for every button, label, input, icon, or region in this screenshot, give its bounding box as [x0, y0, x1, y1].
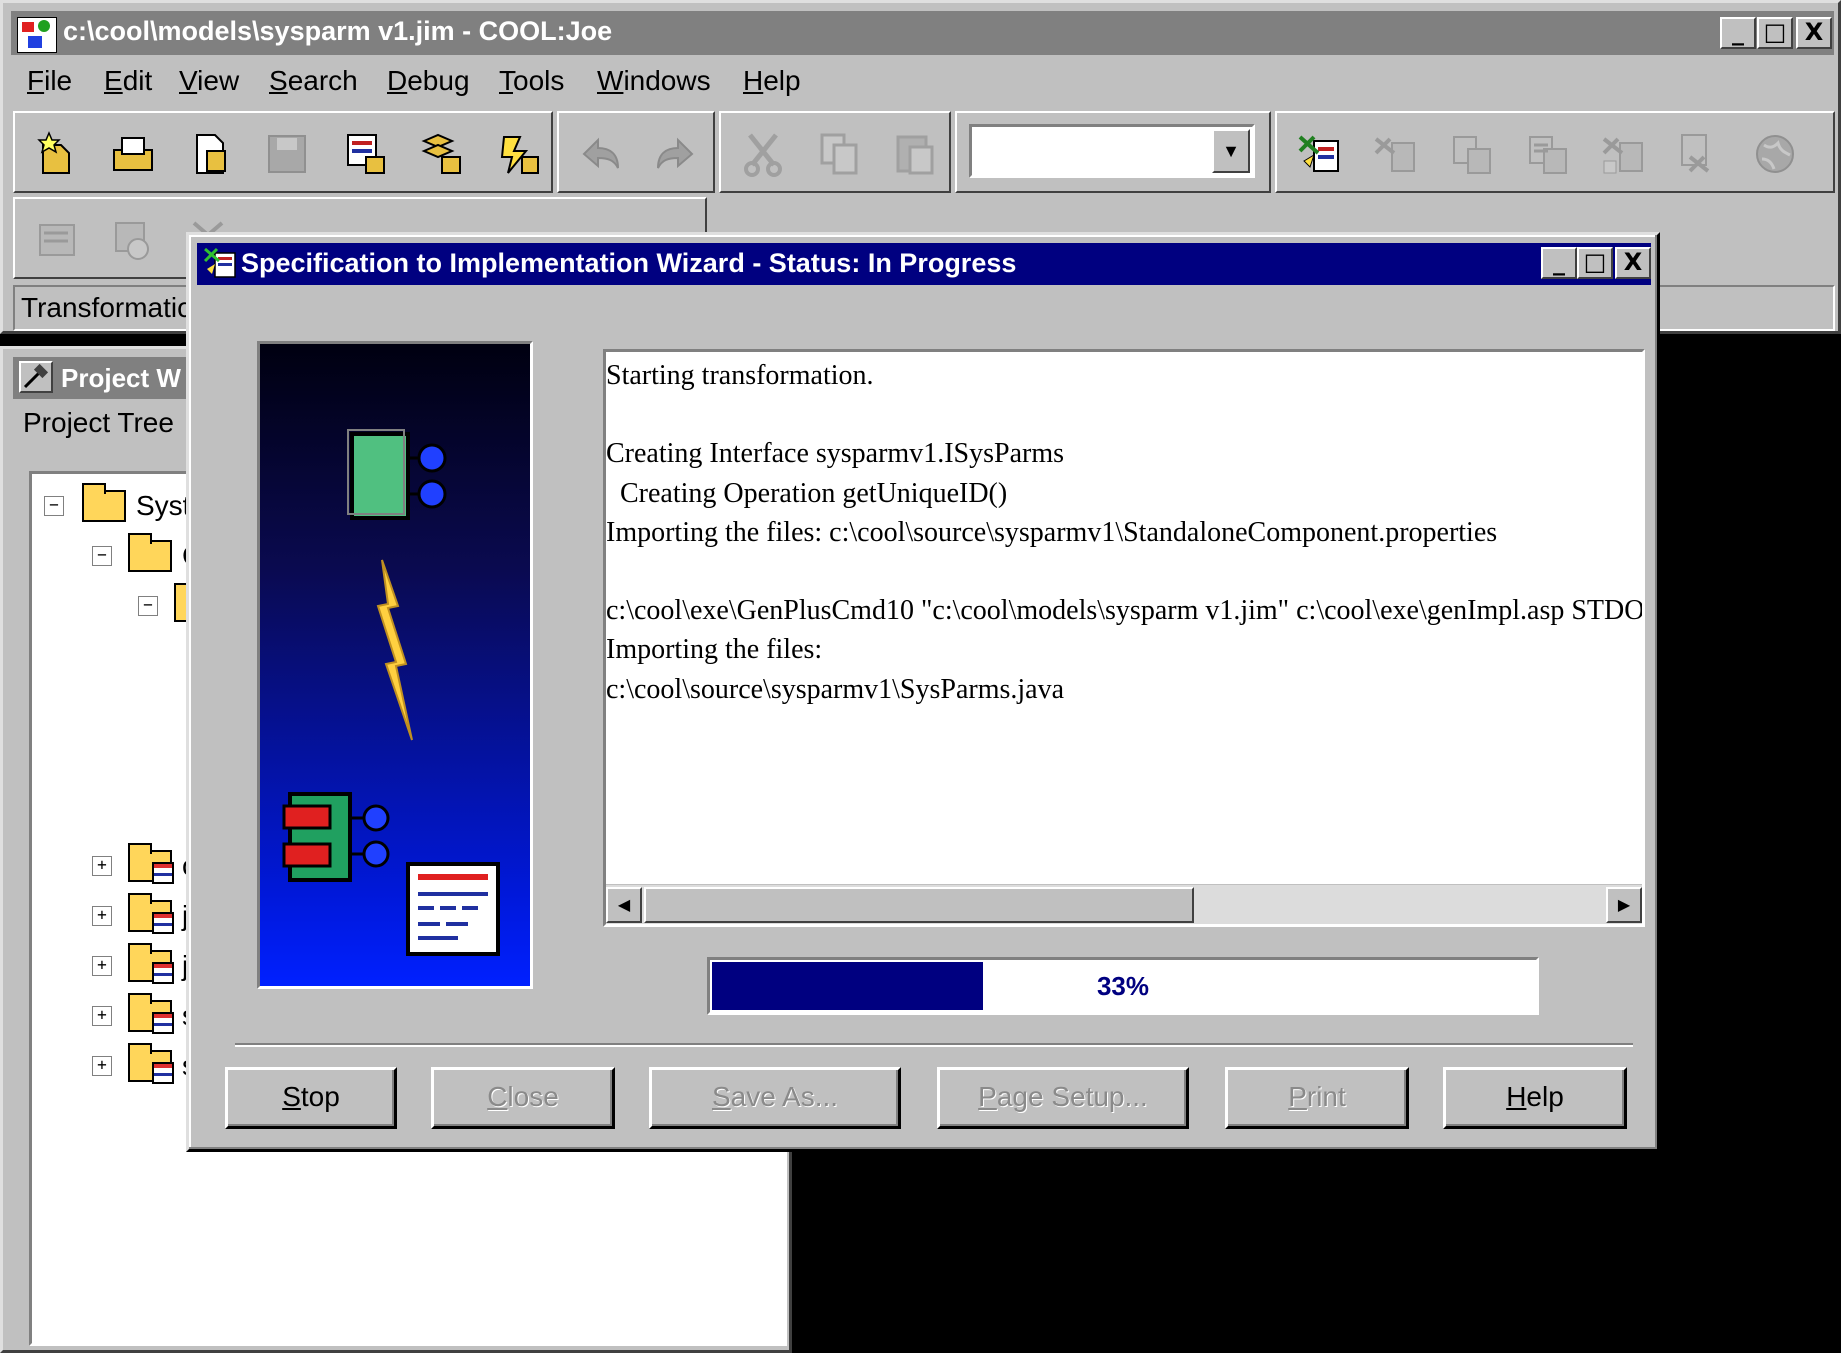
print-button[interactable]: Print — [1225, 1067, 1409, 1129]
dialog-close-button[interactable]: X — [1615, 247, 1651, 279]
menu-file[interactable]: File — [27, 65, 72, 97]
transform-icon-1[interactable] — [1367, 127, 1423, 181]
main-window-title: c:\cool\models\sysparm v1.jim - COOL:Joe — [63, 16, 613, 46]
progress-bar: 33% — [707, 957, 1539, 1015]
package-folder-icon — [128, 893, 174, 934]
close-button[interactable]: X — [1796, 17, 1832, 49]
log-line: Starting transformation. — [606, 360, 874, 391]
menu-bar: File Edit View Search Debug Tools Window… — [13, 61, 1833, 107]
build-icon[interactable] — [413, 127, 469, 181]
cut-icon[interactable] — [735, 127, 791, 181]
page-setup-button[interactable]: Page Setup... — [937, 1067, 1189, 1129]
undo-icon[interactable] — [573, 127, 629, 181]
close-button-dialog[interactable]: Close — [431, 1067, 615, 1129]
redo-icon[interactable] — [647, 127, 703, 181]
toolbar-group-undo — [557, 111, 715, 193]
expand-icon[interactable]: + — [92, 956, 112, 976]
import-icon[interactable] — [183, 127, 239, 181]
open-icon[interactable] — [105, 127, 161, 181]
log-line: Creating Operation getUniqueID() — [606, 477, 1008, 509]
transform-icon-2[interactable] — [1443, 127, 1499, 181]
globe-icon[interactable] — [1747, 127, 1803, 181]
collapse-icon[interactable]: − — [44, 496, 64, 516]
hammer-icon — [19, 361, 53, 393]
model-icon[interactable] — [337, 127, 393, 181]
transform-icon-3[interactable] — [1519, 127, 1575, 181]
wizard-icon[interactable] — [1291, 127, 1347, 181]
wizard-icon — [203, 247, 237, 279]
package-folder-icon — [128, 993, 174, 1034]
folder-open-icon — [128, 533, 172, 572]
scrollbar-thumb[interactable] — [644, 887, 1194, 923]
toolbar-group-transform — [1275, 111, 1835, 193]
scroll-right-icon[interactable]: ▶ — [1606, 887, 1642, 923]
save-as-button[interactable]: Save As... — [649, 1067, 901, 1129]
toolbar-group-clipboard — [719, 111, 951, 193]
log-line: Creating Interface sysparmv1.ISysParms — [606, 438, 1064, 470]
expand-icon[interactable]: + — [92, 1056, 112, 1076]
copy-icon[interactable] — [811, 127, 867, 181]
dialog-maximize-button[interactable]: □ — [1577, 247, 1613, 279]
menu-debug[interactable]: Debug — [387, 65, 470, 97]
help-button[interactable]: Help — [1443, 1067, 1627, 1129]
paste-icon[interactable] — [887, 127, 943, 181]
component-transform-icon — [282, 429, 500, 956]
maximize-button[interactable]: □ — [1757, 17, 1793, 49]
save-icon[interactable] — [259, 127, 315, 181]
log-line: c:\cool\source\sysparmv1\SysParms.java — [606, 673, 1065, 705]
tab-project-tree[interactable]: Project Tree — [23, 407, 174, 439]
menu-help[interactable]: Help — [743, 65, 801, 97]
wizard-illustration — [257, 341, 533, 989]
generate-icon[interactable] — [491, 127, 547, 181]
menu-view[interactable]: View — [179, 65, 239, 97]
collapse-icon[interactable]: − — [138, 596, 158, 616]
dialog-title-bar[interactable]: Specification to Implementation Wizard -… — [197, 243, 1651, 285]
menu-search[interactable]: Search — [269, 65, 358, 97]
wizard-dialog: Specification to Implementation Wizard -… — [186, 232, 1660, 1152]
toolbar-group-file — [13, 111, 553, 193]
dialog-minimize-button[interactable]: _ — [1541, 247, 1577, 279]
transform-icon-4[interactable] — [1595, 127, 1651, 181]
chevron-down-icon[interactable]: ▼ — [1212, 129, 1250, 173]
horizontal-scrollbar[interactable]: ◀ ▶ — [606, 884, 1642, 924]
folder-open-icon — [82, 483, 126, 522]
expand-icon[interactable]: + — [92, 856, 112, 876]
toolbar-combo-box[interactable]: ▼ — [969, 124, 1255, 178]
expand-icon[interactable]: + — [92, 1006, 112, 1026]
package-folder-icon — [128, 843, 174, 884]
status-text: Transformatic — [21, 292, 192, 323]
progress-label: 33% — [1096, 971, 1150, 1001]
app-icon — [17, 17, 57, 53]
scroll-left-icon[interactable]: ◀ — [606, 887, 642, 923]
debug-icon-1[interactable] — [29, 213, 85, 267]
transform-icon-5[interactable] — [1671, 127, 1727, 181]
debug-icon-2[interactable] — [105, 213, 161, 267]
main-title-bar[interactable]: c:\cool\models\sysparm v1.jim - COOL:Joe… — [11, 11, 1834, 55]
package-folder-icon — [128, 1043, 174, 1084]
log-line: c:\cool\exe\GenPlusCmd10 "c:\cool\models… — [606, 595, 1642, 627]
stop-button[interactable]: Stop — [225, 1067, 397, 1129]
log-line: Importing the files: — [606, 634, 823, 666]
minimize-button[interactable]: _ — [1720, 17, 1756, 49]
package-folder-icon — [128, 943, 174, 984]
divider — [235, 1043, 1633, 1047]
new-project-icon[interactable] — [29, 127, 85, 181]
log-line: Importing the files: c:\cool\source\sysp… — [606, 516, 1498, 548]
expand-icon[interactable]: + — [92, 906, 112, 926]
menu-windows[interactable]: Windows — [597, 65, 711, 97]
dialog-title: Specification to Implementation Wizard -… — [241, 248, 1017, 278]
menu-edit[interactable]: Edit — [104, 65, 152, 97]
log-text: Starting transformation. Creating Interfa… — [606, 352, 1642, 884]
transformation-log[interactable]: Starting transformation. Creating Interfa… — [603, 349, 1645, 927]
menu-tools[interactable]: Tools — [499, 65, 564, 97]
project-window-title: Project W — [61, 363, 181, 393]
collapse-icon[interactable]: − — [92, 546, 112, 566]
